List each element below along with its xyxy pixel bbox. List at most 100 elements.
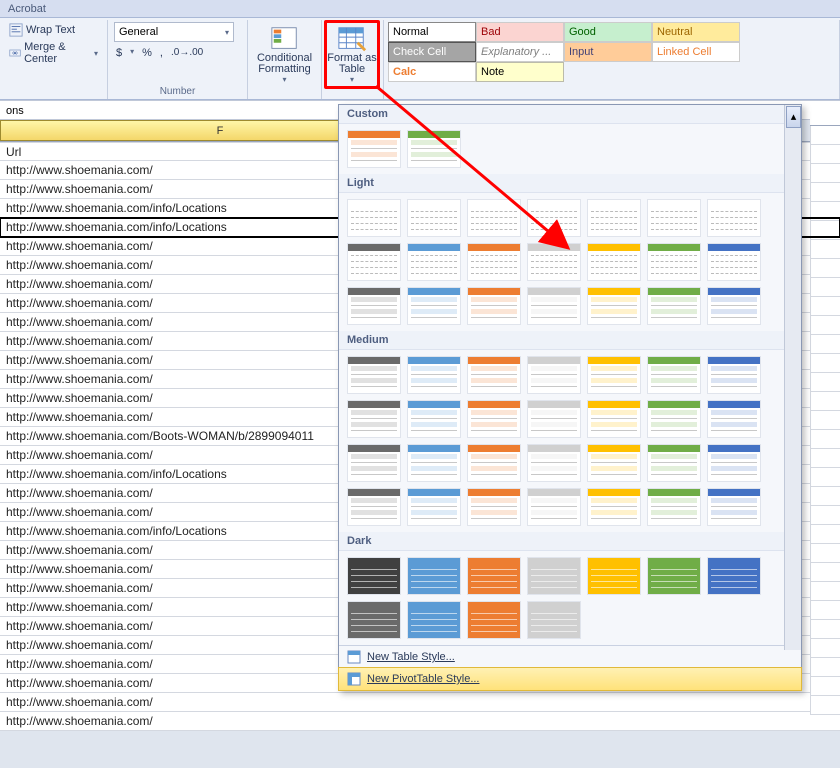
cell-style-note[interactable]: Note — [476, 62, 564, 82]
cell-style-explanatory-[interactable]: Explanatory ... — [476, 42, 564, 62]
table-style-swatch[interactable] — [407, 199, 461, 237]
table-style-swatch[interactable] — [407, 557, 461, 595]
table-style-swatch[interactable] — [707, 243, 761, 281]
table-style-swatch[interactable] — [527, 287, 581, 325]
table-style-swatch[interactable] — [587, 199, 641, 237]
format-as-table-button[interactable]: Format as Table▾ — [324, 20, 380, 89]
comma-button[interactable]: , — [160, 47, 163, 59]
table-style-swatch[interactable] — [527, 243, 581, 281]
table-style-swatch[interactable] — [467, 287, 521, 325]
section-dark: Dark — [339, 532, 801, 551]
table-style-swatch[interactable] — [347, 444, 401, 482]
pivot-icon — [347, 672, 361, 686]
table-style-swatch[interactable] — [347, 130, 401, 168]
section-light: Light — [339, 174, 801, 193]
cell-style-bad[interactable]: Bad — [476, 22, 564, 42]
table-style-swatch[interactable] — [347, 199, 401, 237]
table-style-swatch[interactable] — [587, 557, 641, 595]
cell[interactable]: http://www.shoemania.com/ — [0, 693, 840, 712]
table-style-swatch[interactable] — [587, 287, 641, 325]
new-pivottable-style[interactable]: New PivotTable Style... — [338, 667, 802, 691]
table-style-swatch[interactable] — [407, 444, 461, 482]
table-style-swatch[interactable] — [347, 243, 401, 281]
table-style-swatch[interactable] — [587, 400, 641, 438]
scrollbar-up[interactable]: ▴ — [786, 106, 801, 128]
cell-style-neutral[interactable]: Neutral — [652, 22, 740, 42]
cell-style-normal[interactable]: Normal — [388, 22, 476, 42]
table-style-swatch[interactable] — [587, 356, 641, 394]
table-style-swatch[interactable] — [527, 356, 581, 394]
table-style-swatch[interactable] — [467, 356, 521, 394]
table-style-swatch[interactable] — [647, 444, 701, 482]
table-style-swatch[interactable] — [407, 243, 461, 281]
gallery-footer: New Table Style... New PivotTable Style.… — [339, 645, 801, 691]
table-style-swatch[interactable] — [527, 601, 581, 639]
table-style-swatch[interactable] — [347, 488, 401, 526]
table-style-swatch[interactable] — [647, 287, 701, 325]
table-icon — [347, 650, 361, 664]
table-style-swatch[interactable] — [467, 243, 521, 281]
merge-icon — [9, 46, 21, 60]
table-style-swatch[interactable] — [407, 601, 461, 639]
currency-button[interactable]: $ — [116, 47, 122, 59]
table-style-swatch[interactable] — [587, 444, 641, 482]
adjacent-column — [810, 104, 840, 715]
cell-style-check-cell[interactable]: Check Cell — [388, 42, 476, 62]
cell-style-input[interactable]: Input — [564, 42, 652, 62]
table-style-swatch[interactable] — [707, 199, 761, 237]
table-style-swatch[interactable] — [467, 400, 521, 438]
scrollbar[interactable]: ▴ — [784, 105, 801, 650]
table-style-swatch[interactable] — [707, 356, 761, 394]
table-style-swatch[interactable] — [347, 557, 401, 595]
table-style-swatch[interactable] — [347, 400, 401, 438]
table-style-swatch[interactable] — [467, 488, 521, 526]
cell-styles-gallery[interactable]: NormalBadGoodNeutral Check CellExplanator… — [388, 22, 758, 82]
percent-button[interactable]: % — [142, 47, 152, 59]
table-style-swatch[interactable] — [707, 488, 761, 526]
table-style-swatch[interactable] — [527, 488, 581, 526]
table-style-swatch[interactable] — [347, 356, 401, 394]
cell-style-good[interactable]: Good — [564, 22, 652, 42]
table-style-swatch[interactable] — [707, 444, 761, 482]
increase-decimal-button[interactable]: .0→.00 — [171, 47, 203, 59]
new-table-style[interactable]: New Table Style... — [339, 646, 801, 668]
table-style-swatch[interactable] — [647, 488, 701, 526]
table-style-gallery: ▴ Custom Light Medium Dark New Table Sty… — [338, 104, 802, 691]
table-style-swatch[interactable] — [467, 199, 521, 237]
table-style-swatch[interactable] — [587, 243, 641, 281]
table-style-swatch[interactable] — [647, 557, 701, 595]
group-label-number: Number — [114, 86, 241, 99]
table-style-swatch[interactable] — [707, 557, 761, 595]
table-style-swatch[interactable] — [407, 287, 461, 325]
table-style-swatch[interactable] — [527, 444, 581, 482]
table-style-swatch[interactable] — [527, 557, 581, 595]
table-style-swatch[interactable] — [587, 488, 641, 526]
table-style-swatch[interactable] — [467, 557, 521, 595]
table-style-swatch[interactable] — [527, 400, 581, 438]
table-style-swatch[interactable] — [407, 130, 461, 168]
table-style-swatch[interactable] — [707, 400, 761, 438]
table-style-swatch[interactable] — [467, 444, 521, 482]
wrap-text-button[interactable]: Wrap Text — [6, 22, 78, 38]
table-style-swatch[interactable] — [467, 601, 521, 639]
table-style-swatch[interactable] — [527, 199, 581, 237]
conditional-formatting-button[interactable]: Conditional Formatting▾ — [254, 22, 315, 87]
cell[interactable]: http://www.shoemania.com/ — [0, 712, 840, 731]
table-style-swatch[interactable] — [707, 287, 761, 325]
number-format-select[interactable]: General ▾ — [114, 22, 234, 42]
merge-center-button[interactable]: Merge & Center ▾ — [6, 40, 101, 66]
table-style-swatch[interactable] — [647, 356, 701, 394]
ribbon: Wrap Text Merge & Center ▾ General ▾ $▾ … — [0, 18, 840, 100]
cell-style-linked-cell[interactable]: Linked Cell — [652, 42, 740, 62]
table-style-swatch[interactable] — [647, 243, 701, 281]
table-style-swatch[interactable] — [347, 601, 401, 639]
table-style-swatch[interactable] — [347, 287, 401, 325]
table-style-swatch[interactable] — [407, 356, 461, 394]
tab-acrobat[interactable]: Acrobat — [8, 3, 46, 15]
table-style-swatch[interactable] — [407, 488, 461, 526]
table-style-swatch[interactable] — [647, 199, 701, 237]
table-style-swatch[interactable] — [407, 400, 461, 438]
table-style-swatch[interactable] — [647, 400, 701, 438]
cell-style-calc[interactable]: Calc — [388, 62, 476, 82]
dropdown-icon: ▾ — [94, 49, 98, 58]
